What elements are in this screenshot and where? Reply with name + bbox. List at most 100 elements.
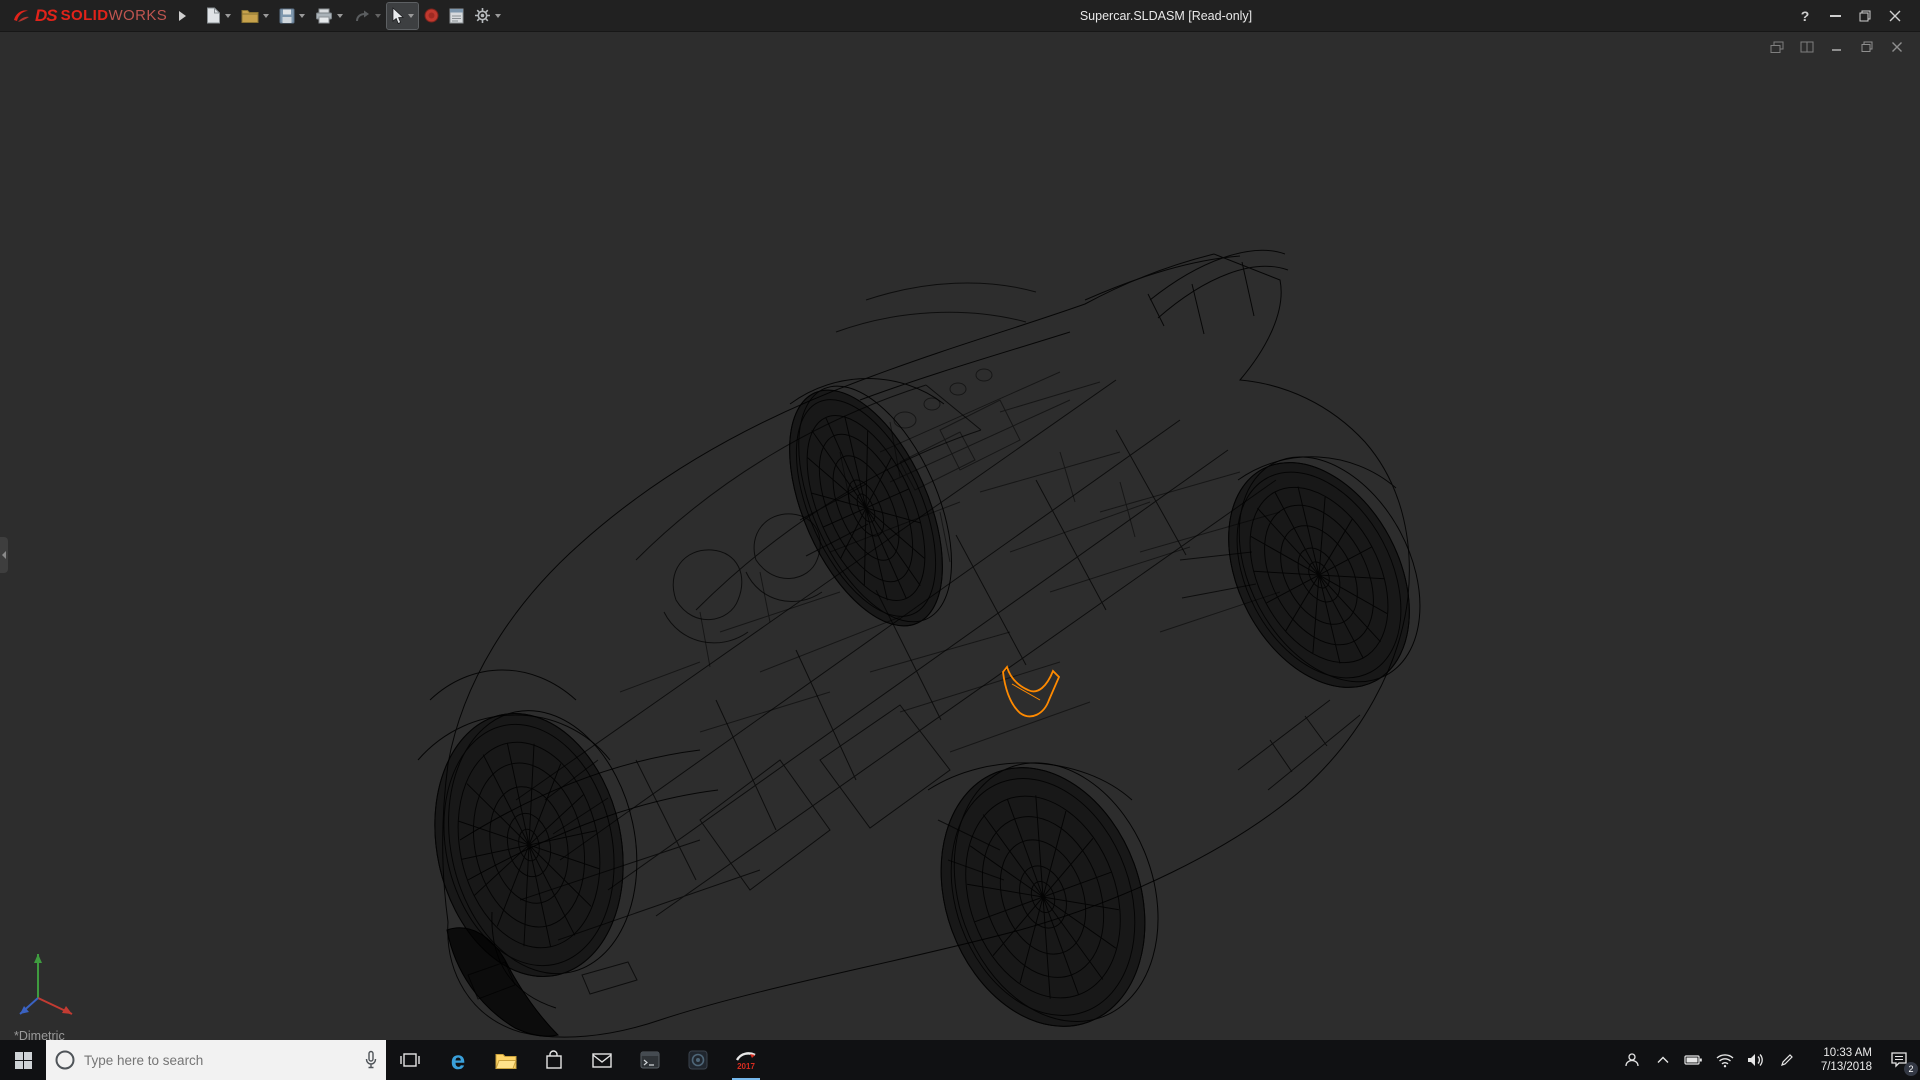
minimize-button[interactable] <box>1820 0 1850 32</box>
undo-icon <box>356 10 370 21</box>
new-document-button[interactable] <box>202 3 235 29</box>
window-controls: ? <box>1790 0 1910 32</box>
start-button[interactable] <box>0 1040 46 1080</box>
brand-works-label: WORKS <box>108 7 168 24</box>
tray-overflow-button[interactable] <box>1647 1040 1678 1080</box>
solidworks-window: DS SOLID WORKS Supercar.SLDASM [Read-onl… <box>0 0 1920 1080</box>
network-button[interactable] <box>1709 1040 1740 1080</box>
document-window-controls <box>1768 38 1906 56</box>
help-button[interactable]: ? <box>1790 0 1820 32</box>
chevron-up-icon <box>1657 1056 1668 1063</box>
chevron-down-icon[interactable] <box>408 13 415 18</box>
wireframe-car-model[interactable] <box>0 32 1920 1040</box>
pen-button[interactable] <box>1771 1040 1802 1080</box>
save-icon <box>279 8 295 23</box>
file-properties-button[interactable] <box>445 3 468 29</box>
doc-window-button[interactable] <box>1768 38 1786 56</box>
chevron-down-icon[interactable] <box>263 13 270 18</box>
chevron-down-icon[interactable] <box>225 13 232 18</box>
document-title: Supercar.SLDASM [Read-only] <box>1079 8 1253 23</box>
store-bag-icon <box>546 1050 562 1069</box>
brand-ds-label: DS <box>35 5 58 25</box>
undo-button[interactable] <box>349 3 385 29</box>
close-button[interactable] <box>1880 0 1910 32</box>
chevron-left-icon <box>2 551 6 559</box>
edge-icon: e <box>450 1045 466 1075</box>
cortana-icon <box>55 1050 75 1070</box>
action-center-button[interactable]: 2 <box>1878 1040 1920 1080</box>
taskbar-search-box[interactable] <box>46 1040 386 1080</box>
open-folder-icon <box>241 10 259 23</box>
orientation-triad <box>6 934 90 1033</box>
console-icon <box>640 1051 660 1069</box>
chevron-down-icon[interactable] <box>299 13 306 18</box>
mail-button[interactable] <box>578 1040 626 1080</box>
options-button[interactable] <box>470 3 505 29</box>
ds-logo-icon <box>14 9 29 22</box>
main-toolbar <box>202 1 507 30</box>
windows-taskbar: e <box>0 1040 1920 1080</box>
battery-icon <box>1684 1055 1702 1065</box>
mail-envelope-icon <box>592 1052 612 1068</box>
chevron-down-icon[interactable] <box>375 13 382 18</box>
notification-badge: 2 <box>1904 1062 1918 1076</box>
tile-windows-icon <box>1800 41 1814 53</box>
dark-app-button[interactable] <box>674 1040 722 1080</box>
doc-close-icon <box>1892 42 1902 52</box>
select-cursor-icon <box>392 6 404 24</box>
volume-icon <box>1747 1054 1763 1066</box>
solidworks-app-icon: 2017 <box>735 1050 757 1071</box>
battery-button[interactable] <box>1678 1040 1709 1080</box>
cascade-windows-icon <box>1770 41 1784 53</box>
car-detail-lines <box>619 368 1281 753</box>
new-document-icon <box>207 7 221 24</box>
rebuild-stoplight-icon <box>424 8 439 23</box>
file-properties-icon <box>449 8 464 23</box>
doc-restore-icon <box>1861 41 1873 52</box>
edge-browser-button[interactable]: e <box>434 1040 482 1080</box>
file-explorer-icon <box>495 1053 517 1069</box>
wifi-icon <box>1716 1053 1733 1067</box>
save-button[interactable] <box>275 3 309 29</box>
graphics-area[interactable]: *Dimetric <box>0 32 1920 1040</box>
dark-app-icon <box>688 1050 708 1070</box>
task-view-button[interactable] <box>386 1040 434 1080</box>
solidworks-app-button[interactable]: 2017 <box>722 1040 770 1080</box>
file-explorer-button[interactable] <box>482 1040 530 1080</box>
clock-time: 10:33 AM <box>1823 1047 1872 1059</box>
pen-icon <box>1780 1054 1793 1066</box>
taskbar-clock[interactable]: 10:33 AM 7/13/2018 <box>1802 1046 1878 1074</box>
task-view-icon <box>400 1053 420 1067</box>
store-button[interactable] <box>530 1040 578 1080</box>
doc-minimize-icon <box>1832 49 1841 51</box>
doc-restore-button[interactable] <box>1858 38 1876 56</box>
microphone-icon[interactable] <box>364 1050 378 1070</box>
solidworks-swoosh-icon <box>735 1051 756 1061</box>
people-button[interactable] <box>1616 1040 1647 1080</box>
select-tool-button[interactable] <box>386 1 420 30</box>
feature-tree-flyout-handle[interactable] <box>0 537 8 573</box>
print-icon <box>316 8 333 23</box>
brand-solid-label: SOLID <box>60 7 109 24</box>
doc-close-button[interactable] <box>1888 38 1906 56</box>
restore-button[interactable] <box>1850 0 1880 32</box>
doc-window-button-2[interactable] <box>1798 38 1816 56</box>
open-button[interactable] <box>237 3 273 29</box>
minimize-icon <box>1829 15 1841 17</box>
close-icon <box>1889 10 1901 22</box>
print-button[interactable] <box>311 3 347 29</box>
menu-flyout-arrow-icon[interactable] <box>179 10 187 21</box>
console-app-button[interactable] <box>626 1040 674 1080</box>
doc-minimize-button[interactable] <box>1828 38 1846 56</box>
view-orientation-label: *Dimetric <box>14 1029 65 1040</box>
volume-button[interactable] <box>1740 1040 1771 1080</box>
chevron-down-icon[interactable] <box>495 13 502 18</box>
solidworks-brand: DS SOLID WORKS <box>0 6 167 26</box>
chevron-down-icon[interactable] <box>337 13 344 18</box>
search-input[interactable] <box>84 1052 364 1068</box>
system-tray: 10:33 AM 7/13/2018 2 <box>1616 1040 1920 1080</box>
windows-logo-icon <box>14 1051 32 1069</box>
selected-component-highlight[interactable] <box>1002 665 1061 718</box>
gear-icon <box>475 8 491 23</box>
rebuild-button[interactable] <box>420 3 443 29</box>
